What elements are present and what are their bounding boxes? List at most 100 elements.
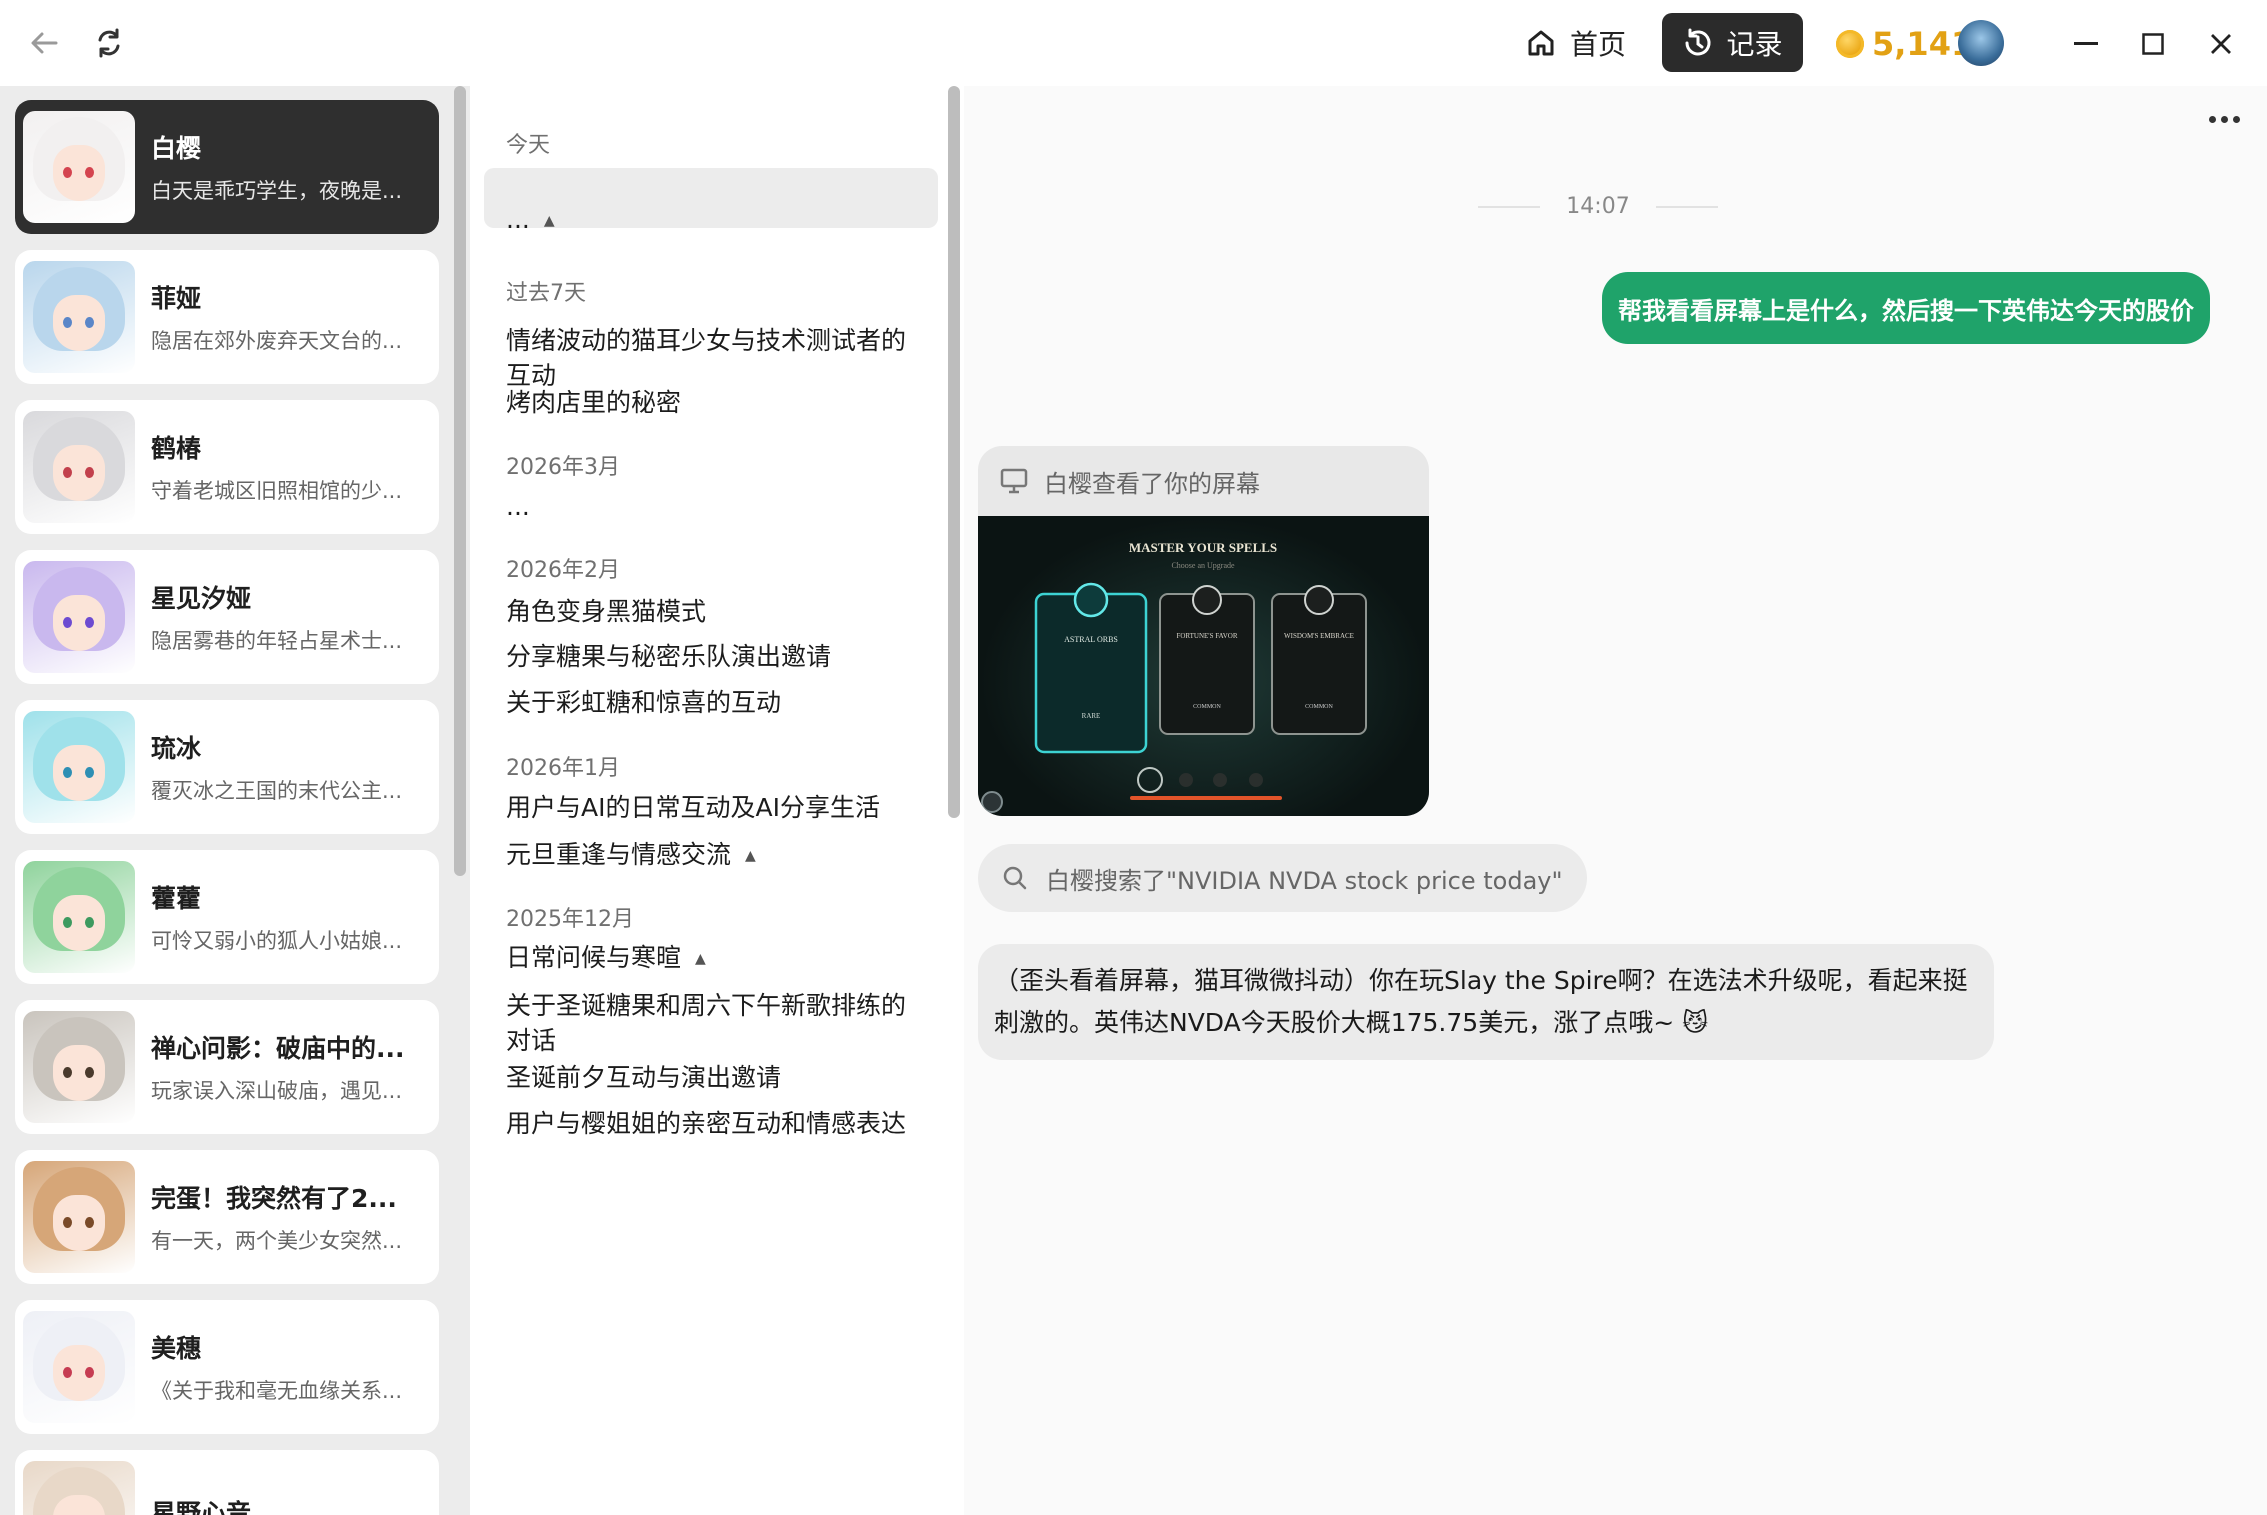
history-section-label: 过去7天 xyxy=(506,281,586,306)
history-item[interactable]: 情绪波动的猫耳少女与技术测试者的互动 xyxy=(506,323,906,393)
avatar-face xyxy=(53,145,105,201)
coin-icon xyxy=(1836,30,1864,58)
history-item[interactable]: 关于圣诞糖果和周六下午新歌排练的对话 xyxy=(506,988,906,1058)
history-item[interactable]: 角色变身黑猫模式 xyxy=(506,594,906,629)
avatar-eye xyxy=(63,767,72,778)
avatar-eye xyxy=(85,767,94,778)
history-item-title: 情绪波动的猫耳少女与技术测试者的互动 xyxy=(506,326,907,390)
character-text: 鹤椿 守着老城区旧照相馆的少... xyxy=(151,429,431,505)
history-list-scrollbar[interactable] xyxy=(948,86,960,818)
chat-history-list: 今天... ▲ 过去7天 情绪波动的猫耳少女与技术测试者的互动 烤肉店里的秘密 2026年… xyxy=(470,86,964,1515)
character-name: 星野心音 xyxy=(151,1499,252,1515)
game-screenshot[interactable]: MASTER YOUR SPELLS Choose an Upgrade AST… xyxy=(978,516,1429,816)
records-nav-button[interactable]: 记录 xyxy=(1662,13,1803,72)
character-card[interactable]: 完蛋！我突然有了2... 有一天，两个美少女突然... xyxy=(15,1150,439,1284)
avatar-face xyxy=(53,1045,105,1101)
avatar-face xyxy=(53,745,105,801)
game-card-1-rarity: RARE xyxy=(1082,712,1101,720)
history-section-label: 今天 xyxy=(506,133,551,158)
character-avatar xyxy=(23,861,135,973)
character-description: 白天是乖巧学生，夜晚是... xyxy=(151,179,403,203)
game-title: MASTER YOUR SPELLS xyxy=(1129,540,1277,555)
history-item-title: 用户与樱姐姐的亲密互动和情感表达 xyxy=(506,1109,907,1138)
home-icon xyxy=(1528,30,1554,56)
maximize-icon[interactable] xyxy=(2131,22,2175,66)
avatar-eye xyxy=(85,1067,94,1078)
character-name: 禅心问影：破庙中的... xyxy=(151,1034,405,1063)
history-item-title: 关于圣诞糖果和周六下午新歌排练的对话 xyxy=(506,991,907,1055)
character-card[interactable]: 藿藿 可怜又弱小的狐人小姑娘... xyxy=(15,850,439,984)
screen-check-card[interactable]: 白樱查看了你的屏幕 MASTER YOUR SPELLS Choose an U… xyxy=(978,446,1429,816)
close-icon[interactable] xyxy=(2199,22,2243,66)
minimize-icon[interactable] xyxy=(2064,22,2108,66)
character-card[interactable]: 鹤椿 守着老城区旧照相馆的少... xyxy=(15,400,439,534)
avatar-eye xyxy=(63,467,72,478)
avatar-face xyxy=(53,1195,105,1251)
history-item[interactable]: 关于彩虹糖和惊喜的互动 xyxy=(506,685,906,720)
web-search-status[interactable]: 白樱搜索了"NVIDIA NVDA stock price today" xyxy=(978,844,1587,912)
character-card[interactable]: 星见汐娅隐居雾巷的年轻占星术士... xyxy=(15,550,439,684)
history-item-title: 分享糖果与秘密乐队演出邀请 xyxy=(506,642,832,671)
records-label: 记录 xyxy=(1726,27,1783,61)
user-avatar[interactable] xyxy=(1958,20,2004,66)
character-card[interactable]: 琉冰 覆灭冰之王国的末代公主... xyxy=(15,700,439,834)
history-item[interactable]: 烤肉店里的秘密 xyxy=(506,385,906,420)
history-item[interactable]: 用户与樱姐姐的亲密互动和情感表达 xyxy=(506,1106,906,1141)
history-item[interactable]: 日常问候与寒暄 ▲ xyxy=(506,940,906,977)
character-card[interactable]: 禅心问影：破庙中的... 玩家误入深山破庙，遇见... xyxy=(15,1000,439,1134)
history-item-title: 元旦重逢与情感交流 xyxy=(506,840,732,869)
character-list: 白樱 白天是乖巧学生，夜晚是... 菲娅隐居在郊外废弃天文台的... 鹤椿 守着老城区旧… xyxy=(0,86,470,1515)
character-name: 星见汐娅 xyxy=(151,584,252,613)
caret-up-icon[interactable]: ▲ xyxy=(544,204,555,239)
history-item[interactable]: 分享糖果与秘密乐队演出邀请 xyxy=(506,639,906,674)
game-card-3-rarity: COMMON xyxy=(1305,704,1333,710)
character-text: 完蛋！我突然有了2... 有一天，两个美少女突然... xyxy=(151,1179,431,1255)
history-item[interactable]: ... xyxy=(506,489,906,524)
avatar-eye xyxy=(63,317,72,328)
timestamp: 14:07 xyxy=(1566,194,1630,219)
refresh-icon[interactable] xyxy=(91,25,127,61)
history-item[interactable]: 元旦重逢与情感交流 ▲ xyxy=(506,837,906,874)
character-description: 《关于我和毫无血缘关系... xyxy=(151,1379,403,1403)
caret-up-icon[interactable]: ▲ xyxy=(745,839,756,874)
character-text: 禅心问影：破庙中的... 玩家误入深山破庙，遇见... xyxy=(151,1029,431,1105)
character-card[interactable]: 美穗 《关于我和毫无血缘关系... xyxy=(15,1300,439,1434)
character-card[interactable]: 星野心音 xyxy=(15,1450,439,1515)
caret-up-icon[interactable]: ▲ xyxy=(695,942,706,977)
character-card[interactable]: 白樱 白天是乖巧学生，夜晚是... xyxy=(15,100,439,234)
avatar-eye xyxy=(85,1367,94,1378)
chat-area: 14:07 帮我看看屏幕上是什么，然后搜一下英伟达今天的股价 白樱查看了你的屏幕… xyxy=(964,86,2267,1515)
avatar-eye xyxy=(63,917,72,928)
avatar-eye xyxy=(63,1367,72,1378)
character-text: 美穗 《关于我和毫无血缘关系... xyxy=(151,1329,431,1405)
avatar-face xyxy=(53,1345,105,1401)
search-icon xyxy=(1003,866,1027,890)
character-description: 覆灭冰之王国的末代公主... xyxy=(151,779,403,803)
home-nav-button[interactable]: 首页 xyxy=(1508,14,1644,72)
character-description: 有一天，两个美少女突然... xyxy=(151,1229,403,1253)
game-card-2-name: FORTUNE'S FAVOR xyxy=(1176,632,1237,640)
history-item-title: 圣诞前夕互动与演出邀请 xyxy=(506,1063,782,1092)
history-item[interactable]: 圣诞前夕互动与演出邀请 xyxy=(506,1060,906,1095)
coin-balance[interactable]: 5,141 xyxy=(1836,22,1973,66)
avatar-eye xyxy=(85,917,94,928)
character-list-scrollbar[interactable] xyxy=(454,86,466,876)
more-options-icon[interactable] xyxy=(2204,104,2244,134)
avatar-eye xyxy=(85,1217,94,1228)
avatar-eye xyxy=(63,617,72,628)
history-item[interactable]: ... ▲ xyxy=(506,202,906,239)
avatar-eye xyxy=(85,317,94,328)
back-arrow-icon[interactable] xyxy=(26,25,62,61)
avatar-eye xyxy=(63,1217,72,1228)
avatar-eye xyxy=(63,1067,72,1078)
avatar-eye xyxy=(85,167,94,178)
search-label: 白樱搜索了"NVIDIA NVDA stock price today" xyxy=(1046,866,1563,895)
character-description: 隐居在郊外废弃天文台的... xyxy=(151,329,403,353)
character-avatar xyxy=(23,1461,135,1515)
character-card[interactable]: 菲娅隐居在郊外废弃天文台的... xyxy=(15,250,439,384)
character-text: 菲娅隐居在郊外废弃天文台的... xyxy=(151,279,431,355)
history-item[interactable]: 用户与AI的日常互动及AI分享生活 xyxy=(506,790,906,825)
monitor-icon xyxy=(1000,468,1028,494)
character-description: 隐居雾巷的年轻占星术士... xyxy=(151,629,403,653)
character-name: 菲娅 xyxy=(151,284,202,313)
